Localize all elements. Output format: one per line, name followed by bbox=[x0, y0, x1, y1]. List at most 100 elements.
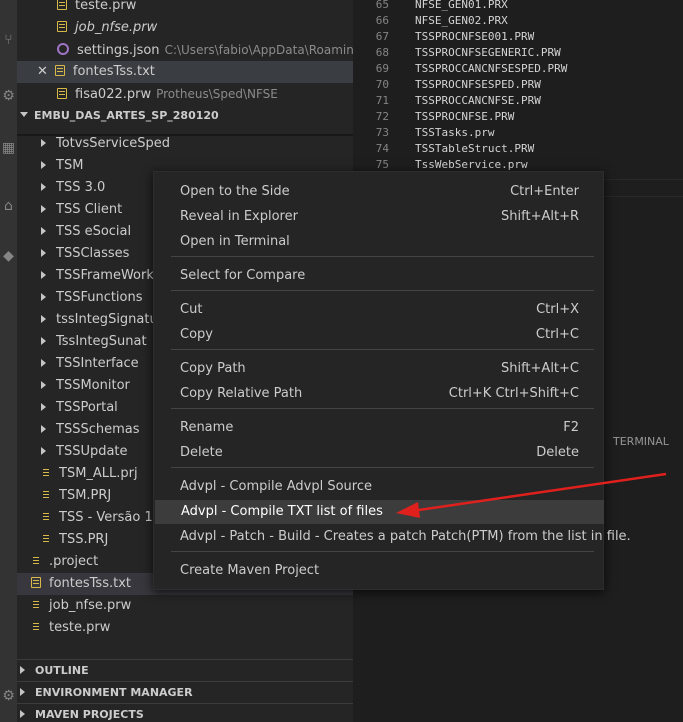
menu-item-label: Copy bbox=[180, 327, 213, 342]
file-lines-icon bbox=[31, 555, 41, 566]
menu-item-label: Rename bbox=[180, 420, 234, 435]
root-file-item[interactable]: teste.prw bbox=[17, 617, 353, 639]
file-name: TSM_ALL.prj bbox=[59, 466, 138, 481]
line-text: TSSPROCCANCNFSESPED.PRW bbox=[415, 62, 568, 75]
folder-name: TSM bbox=[56, 158, 84, 173]
menu-item-shortcut: Ctrl+K Ctrl+Shift+C bbox=[448, 386, 579, 401]
line-number: 69 bbox=[375, 62, 389, 75]
menu-item-rename[interactable]: Rename F2 bbox=[154, 416, 605, 440]
file-lines-icon bbox=[41, 489, 51, 500]
file-lines-icon bbox=[41, 511, 51, 522]
menu-separator bbox=[171, 467, 594, 468]
menu-item-shortcut: Ctrl+X bbox=[536, 302, 579, 317]
chevron-right-icon bbox=[41, 403, 46, 411]
file-lines-icon bbox=[57, 88, 67, 99]
menu-item-advpl-compile-advpl-source[interactable]: Advpl - Compile Advpl Source bbox=[154, 475, 605, 499]
code-line: 72 TSSPROCNFSE.PRW bbox=[353, 109, 515, 125]
line-number: 65 bbox=[375, 0, 389, 11]
menu-separator bbox=[171, 349, 594, 350]
code-line: 70 TSSPROCNFSESPED.PRW bbox=[353, 77, 541, 93]
line-number: 70 bbox=[375, 78, 389, 91]
menu-item-advpl-compile-txt-list-of-files[interactable]: Advpl - Compile TXT list of files bbox=[155, 500, 604, 524]
menu-item-label: Copy Path bbox=[180, 361, 246, 376]
root-file-item[interactable]: job_nfse.prw bbox=[17, 595, 353, 617]
menu-item-delete[interactable]: Delete Delete bbox=[154, 441, 605, 465]
context-menu: Open to the Side Ctrl+Enter Reveal in Expl… bbox=[153, 171, 631, 590]
menu-item-reveal-in-explorer[interactable]: Reveal in Explorer Shift+Alt+R bbox=[154, 205, 605, 229]
line-text: TSSTasks.prw bbox=[415, 126, 495, 139]
advpl-icon[interactable]: ◆ bbox=[0, 246, 17, 266]
menu-item-cut[interactable]: Cut Ctrl+X bbox=[154, 298, 605, 322]
chevron-right-icon bbox=[41, 183, 46, 191]
line-text: NFSE_GEN01.PRX bbox=[415, 0, 508, 11]
menu-item-label: Reveal in Explorer bbox=[180, 209, 298, 224]
chevron-right-icon bbox=[41, 161, 46, 169]
folder-name: TSSUpdate bbox=[56, 444, 128, 459]
menu-item-copy-path[interactable]: Copy Path Shift+Alt+C bbox=[154, 357, 605, 381]
line-text: TSSPROCNFSE.PRW bbox=[415, 110, 515, 123]
line-text: TSSPROCNFSEGENERIC.PRW bbox=[415, 46, 561, 59]
menu-item-select-for-compare[interactable]: Select for Compare bbox=[154, 264, 605, 288]
menu-item-copy-relative-path[interactable]: Copy Relative Path Ctrl+K Ctrl+Shift+C bbox=[154, 382, 605, 406]
chevron-right-icon bbox=[41, 293, 46, 301]
open-editor-item[interactable]: fisa022.prw Protheus\Sped\NFSE bbox=[17, 83, 353, 105]
sidebar-section-outline[interactable]: OUTLINE bbox=[17, 659, 353, 681]
folder-name: TSSFrameWork bbox=[56, 268, 154, 283]
code-line: 66 NFSE_GEN02.PRX bbox=[353, 13, 508, 29]
chevron-right-icon bbox=[41, 337, 46, 345]
folder-name: TSSPortal bbox=[56, 400, 118, 415]
manage-gear-icon[interactable]: ⚙ bbox=[0, 686, 17, 706]
menu-item-open-in-terminal[interactable]: Open in Terminal bbox=[154, 230, 605, 254]
file-name: TSM.PRJ bbox=[59, 488, 112, 503]
menu-item-shortcut: Shift+Alt+R bbox=[501, 209, 579, 224]
open-editor-item[interactable]: settings.json C:\Users\fabio\AppData\Roam… bbox=[17, 39, 353, 61]
file-lines-icon bbox=[57, 21, 67, 32]
settings-json-icon bbox=[57, 43, 69, 55]
open-editor-item[interactable]: job_nfse.prw bbox=[17, 17, 353, 39]
sidebar-section-maven-projects[interactable]: MAVEN PROJECTS bbox=[17, 703, 353, 722]
debug-icon[interactable]: ⚙ bbox=[0, 86, 17, 106]
menu-item-shortcut: Delete bbox=[536, 445, 579, 460]
open-editor-item[interactable]: ✕ fontesTss.txt bbox=[17, 61, 353, 83]
file-name: job_nfse.prw bbox=[49, 598, 132, 613]
folder-name: TSSClasses bbox=[56, 246, 130, 261]
file-path-description: C:\Users\fabio\AppData\Roaming\Co... bbox=[164, 43, 353, 57]
extensions-icon[interactable]: ▦ bbox=[0, 138, 17, 158]
workspace-header[interactable]: EMBU_DAS_ARTES_SP_280120 bbox=[17, 105, 353, 127]
folder-item[interactable]: TotvsServiceSped bbox=[17, 133, 353, 155]
terminal-tab[interactable]: TERMINAL bbox=[613, 435, 669, 448]
menu-item-label: Advpl - Compile TXT list of files bbox=[181, 504, 383, 519]
source-control-icon[interactable]: ⑂ bbox=[0, 30, 17, 50]
menu-item-shortcut: F2 bbox=[563, 420, 579, 435]
chevron-right-icon bbox=[41, 315, 46, 323]
sidebar-section-environment-manager[interactable]: ENVIRONMENT MANAGER bbox=[17, 681, 353, 703]
menu-item-copy[interactable]: Copy Ctrl+C bbox=[154, 323, 605, 347]
line-number: 71 bbox=[375, 94, 389, 107]
menu-item-shortcut: Ctrl+Enter bbox=[510, 184, 579, 199]
folder-name: TSSFunctions bbox=[56, 290, 143, 305]
section-title: OUTLINE bbox=[35, 664, 89, 677]
menu-separator bbox=[171, 408, 594, 409]
remote-icon[interactable]: ⌂ bbox=[0, 196, 17, 216]
file-name: .project bbox=[49, 554, 99, 569]
code-line: 71 TSSPROCCANCNFSE.PRW bbox=[353, 93, 541, 109]
chevron-right-icon bbox=[20, 710, 25, 718]
folder-name: TSS eSocial bbox=[56, 224, 132, 239]
code-line: 69 TSSPROCCANCNFSESPED.PRW bbox=[353, 61, 568, 77]
menu-item-advpl-patch-build-creates-a-patch-patch-[interactable]: Advpl - Patch - Build - Creates a patch … bbox=[154, 525, 631, 549]
file-lines-icon bbox=[31, 621, 41, 632]
menu-item-label: Create Maven Project bbox=[180, 563, 320, 578]
chevron-right-icon bbox=[41, 271, 46, 279]
open-editor-item[interactable]: teste.prw bbox=[17, 0, 353, 17]
folder-name: TotvsServiceSped bbox=[56, 136, 171, 151]
line-text: NFSE_GEN02.PRX bbox=[415, 14, 508, 27]
file-name: fontesTss.txt bbox=[72, 64, 155, 79]
close-icon[interactable]: ✕ bbox=[37, 64, 48, 79]
code-line: 68 TSSPROCNFSEGENERIC.PRW bbox=[353, 45, 561, 61]
menu-item-label: Cut bbox=[180, 302, 203, 317]
menu-item-open-to-the-side[interactable]: Open to the Side Ctrl+Enter bbox=[154, 180, 605, 204]
menu-item-label: Advpl - Compile Advpl Source bbox=[180, 479, 372, 494]
menu-item-create-maven-project[interactable]: Create Maven Project bbox=[154, 559, 605, 583]
file-name: fisa022.prw bbox=[75, 87, 152, 102]
code-line: 74 TSSTableStruct.PRW bbox=[353, 141, 534, 157]
